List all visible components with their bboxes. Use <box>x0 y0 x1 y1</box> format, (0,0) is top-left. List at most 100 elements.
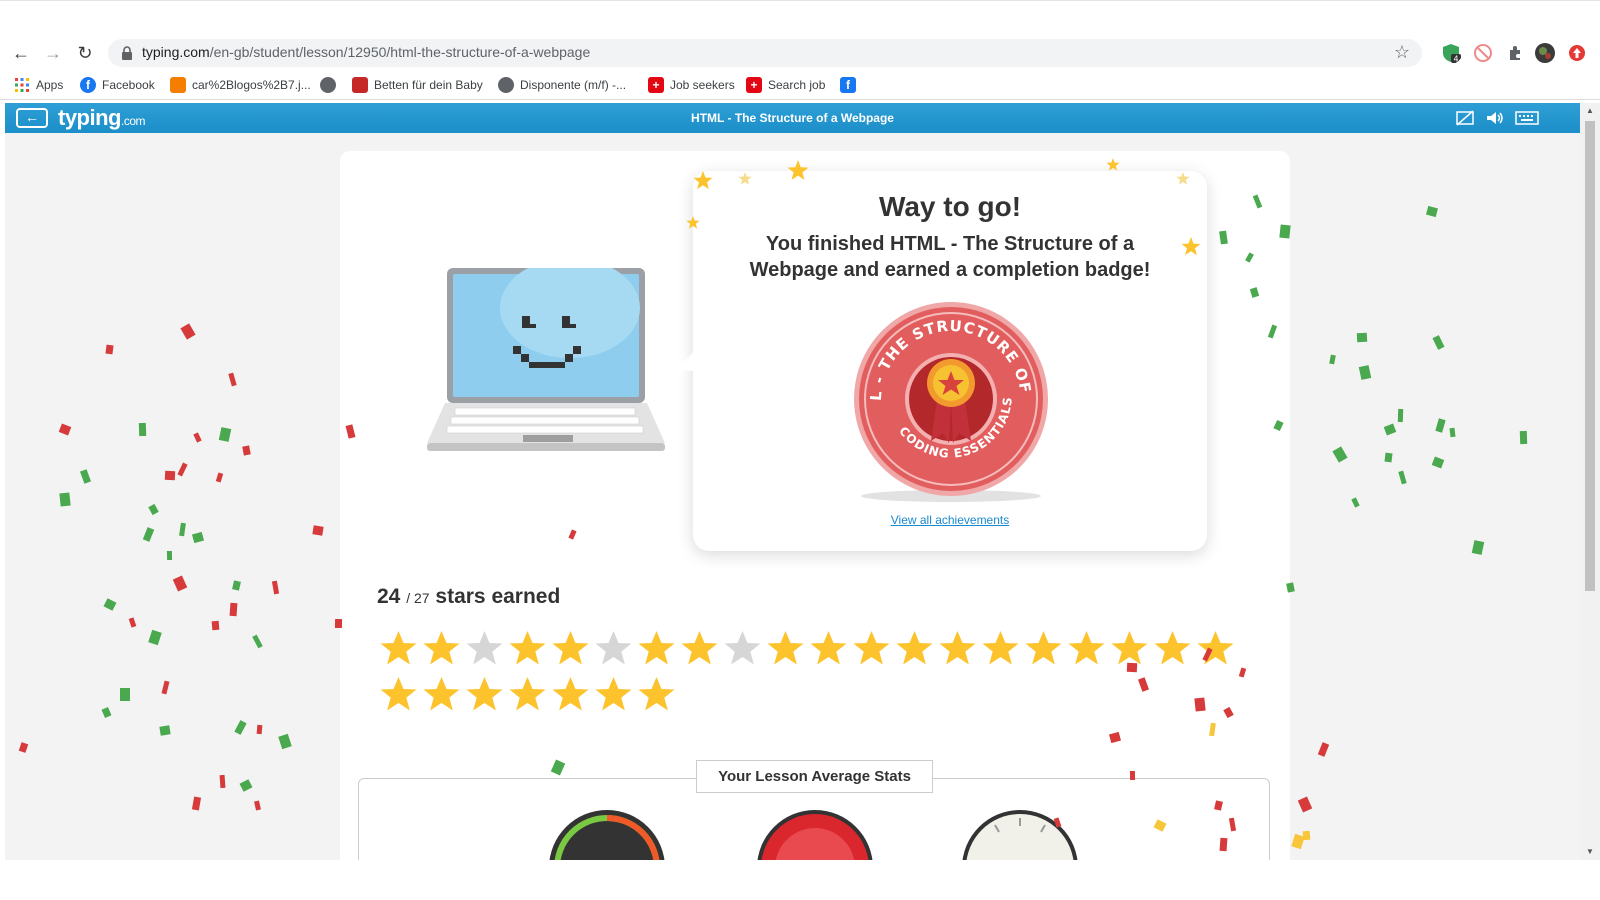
apps-grid-icon <box>15 78 29 92</box>
confetti-piece <box>215 472 224 483</box>
stars-earned-count: 24 <box>377 585 401 608</box>
star-earned-icon <box>638 631 675 665</box>
extension-badge-count: 4 <box>1453 55 1458 64</box>
bookmark-search-job[interactable]: + Search job <box>746 76 825 94</box>
url-path: /en-gb/student/lesson/12950/html-the-str… <box>209 44 591 60</box>
confetti-piece <box>1383 423 1397 436</box>
star-earned-icon <box>681 631 718 665</box>
star-earned-icon <box>552 631 589 665</box>
confetti-piece <box>1297 796 1313 813</box>
confetti-piece <box>239 779 253 792</box>
scrollbar-thumb[interactable] <box>1585 121 1595 591</box>
update-icon[interactable] <box>1566 42 1588 64</box>
star-earned-icon <box>380 677 417 711</box>
stars-row-1 <box>377 628 1237 670</box>
lesson-title: HTML - The Structure of a Webpage <box>691 111 894 125</box>
confetti-piece <box>256 724 263 735</box>
accuracy-gauge <box>757 810 873 860</box>
confetti-piece <box>312 525 324 536</box>
confetti-piece <box>148 629 162 646</box>
reload-icon[interactable]: ↻ <box>72 40 98 66</box>
confetti-piece <box>229 602 238 617</box>
bookmark-apps[interactable]: Apps <box>14 76 63 94</box>
confetti-piece <box>191 796 202 811</box>
view-achievements-link[interactable]: View all achievements <box>693 513 1207 527</box>
confetti-piece <box>1317 742 1330 757</box>
address-bar[interactable]: typing.com/en-gb/student/lesson/12950/ht… <box>108 39 1422 67</box>
page-viewport: ← typing.com HTML - The Structure of a W… <box>5 103 1580 860</box>
speed-gauge <box>549 810 665 860</box>
bookmark-betten[interactable]: Betten für dein Baby <box>352 76 483 94</box>
confetti-piece <box>1351 497 1360 508</box>
bookmark-label: Disponente (m/f) -... <box>520 78 627 92</box>
no-keyboard-hint-icon[interactable] <box>1455 109 1475 127</box>
confetti-piece <box>103 598 117 611</box>
extensions-puzzle-icon[interactable] <box>1504 42 1526 64</box>
star-earned-icon <box>509 677 546 711</box>
bookmark-facebook[interactable]: f Facebook <box>80 76 155 94</box>
star-earned-icon <box>1111 631 1148 665</box>
confetti-piece <box>1398 470 1407 485</box>
scroll-down-arrow-icon[interactable]: ▼ <box>1585 847 1595 857</box>
forward-arrow-icon[interactable]: → <box>40 40 66 66</box>
confetti-piece <box>105 344 114 355</box>
confetti-piece <box>1384 452 1393 463</box>
bookmark-disponente[interactable]: Disponente (m/f) -... <box>498 76 626 94</box>
confetti-piece <box>1432 335 1445 350</box>
star-missed-icon <box>595 631 632 665</box>
confetti-piece <box>1519 430 1528 445</box>
bookmarks-bar: Apps f Facebook car%2Blogos%2B7.j... Bet… <box>0 70 1600 100</box>
confetti-piece <box>218 427 232 442</box>
bookmark-globe[interactable] <box>320 76 342 94</box>
profile-avatar[interactable] <box>1534 42 1556 64</box>
star-earned-icon <box>595 677 632 711</box>
confetti-piece <box>177 462 188 477</box>
confetti-piece <box>219 774 226 789</box>
stars-total: / 27 <box>406 590 430 606</box>
bookmark-label: Search job <box>768 78 826 92</box>
stars-earned-summary: 24 / 27 stars earned <box>377 585 560 609</box>
star-missed-icon <box>724 631 761 665</box>
scroll-up-arrow-icon[interactable]: ▲ <box>1585 106 1595 116</box>
confetti-piece <box>1291 833 1305 850</box>
confetti-piece <box>271 580 280 595</box>
page-scrollbar[interactable]: ▲ ▼ <box>1580 103 1600 860</box>
shield-extension-icon[interactable]: 4 <box>1440 42 1462 64</box>
ad-block-extension-icon[interactable] <box>1472 42 1494 64</box>
bookmark-label: Job seekers <box>670 78 735 92</box>
star-earned-icon <box>1154 631 1191 665</box>
swiss-shield-icon: + <box>746 77 762 93</box>
bookmark-star-icon[interactable]: ☆ <box>1394 42 1410 63</box>
bookmark-car-logos[interactable]: car%2Blogos%2B7.j... <box>170 76 311 94</box>
back-arrow-icon[interactable]: ← <box>8 40 34 66</box>
stars-earned-label: stars earned <box>435 585 561 608</box>
tab-strip <box>0 0 1600 36</box>
confetti-piece <box>193 432 202 443</box>
globe-icon <box>498 77 514 93</box>
confetti-piece <box>142 527 155 542</box>
confetti-piece <box>1471 540 1485 555</box>
confetti-piece <box>138 422 147 437</box>
shop-icon <box>352 77 368 93</box>
star-earned-icon <box>380 631 417 665</box>
star-earned-icon <box>423 631 460 665</box>
bookmark-label: car%2Blogos%2B7.j... <box>192 78 311 92</box>
confetti-piece <box>278 733 292 750</box>
facebook-icon: f <box>80 77 96 93</box>
confetti-piece <box>18 742 29 753</box>
confetti-piece <box>1435 418 1446 433</box>
lock-icon <box>122 46 132 60</box>
star-earned-icon <box>552 677 589 711</box>
keyboard-icon[interactable] <box>1515 109 1539 127</box>
confetti-piece <box>159 725 171 736</box>
star-earned-icon <box>853 631 890 665</box>
star-earned-icon <box>810 631 847 665</box>
volume-icon[interactable] <box>1485 109 1505 127</box>
bookmark-job-seekers[interactable]: + Job seekers <box>648 76 735 94</box>
completion-message: You finished HTML - The Structure of a W… <box>749 233 1151 281</box>
bookmark-facebook-page[interactable]: f <box>840 76 862 94</box>
star-earned-icon <box>423 677 460 711</box>
confetti-piece <box>120 688 130 701</box>
stars-row-2 <box>377 674 678 716</box>
globe-icon <box>320 77 336 93</box>
